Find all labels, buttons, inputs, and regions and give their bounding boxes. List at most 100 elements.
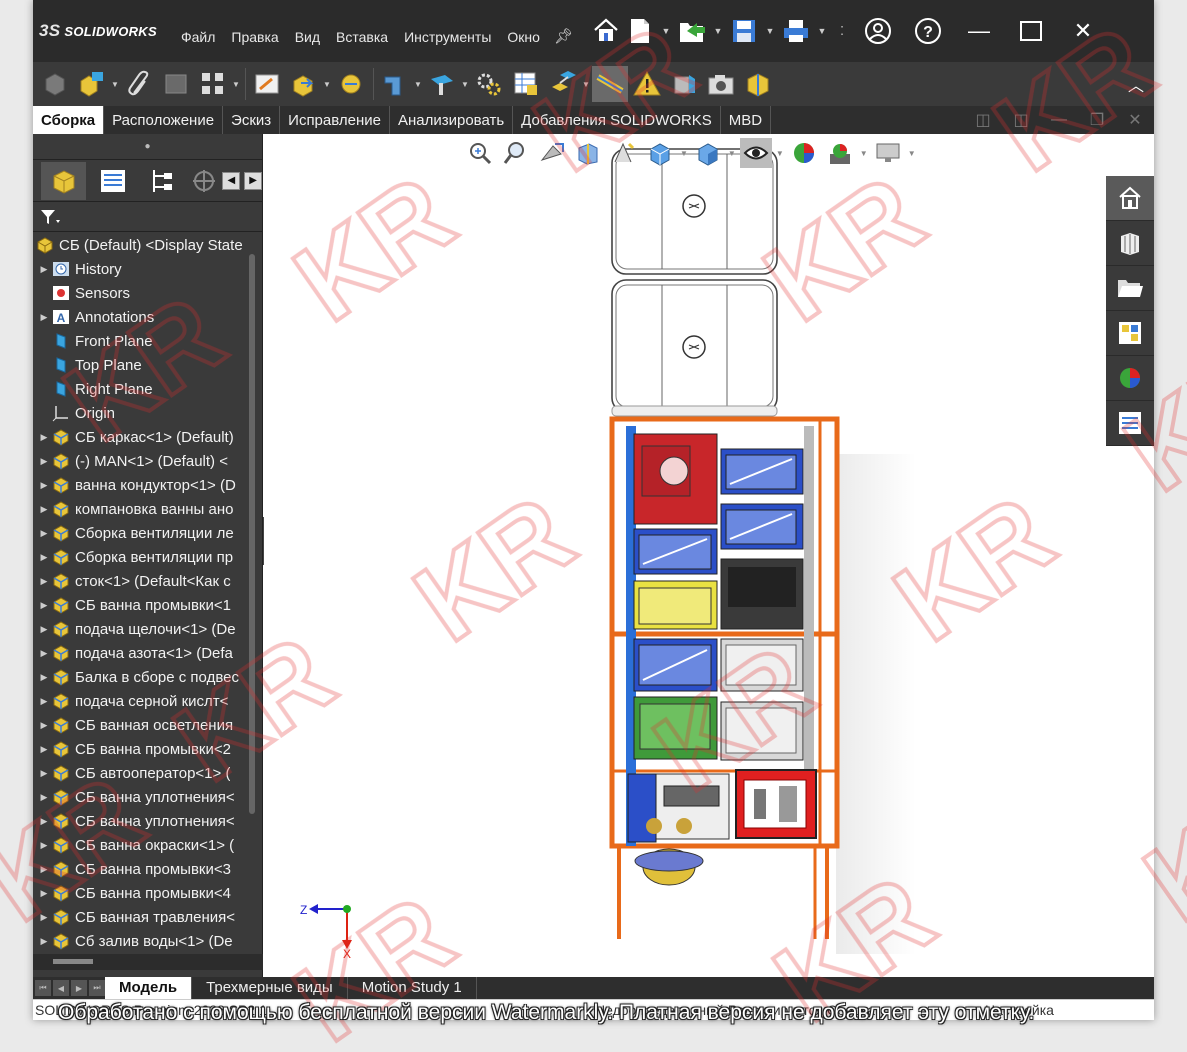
chevron-down-icon[interactable]: ▼	[657, 26, 675, 36]
mate-button[interactable]	[121, 66, 157, 102]
tree-item[interactable]: ▶ подача азота<1> (Defa	[33, 641, 251, 665]
doc-minimize-icon[interactable]: —	[1040, 111, 1078, 129]
solidworks-logo[interactable]: 3S SOLIDWORKS	[33, 0, 173, 62]
property-manager-tab[interactable]	[90, 162, 135, 200]
chevron-down-icon[interactable]: ▼	[232, 80, 242, 89]
chevron-down-icon[interactable]: ▼	[860, 149, 868, 158]
reference-geometry-button[interactable]	[424, 66, 460, 102]
expand-arrow-icon[interactable]: ▶	[37, 576, 51, 587]
expand-arrow-icon[interactable]: ▶	[37, 744, 51, 755]
tree-item[interactable]: ▶ Сб залив воды<1> (De	[33, 929, 251, 953]
expand-arrow-icon[interactable]: ▶	[37, 528, 51, 539]
save-button[interactable]: ▼	[727, 0, 779, 62]
chevron-down-icon[interactable]: ▼	[709, 26, 727, 36]
next-tab-icon[interactable]: ▶	[71, 980, 87, 996]
expand-arrow-icon[interactable]: ▶	[37, 696, 51, 707]
tree-item[interactable]: ▶ СБ ванна промывки<1	[33, 593, 251, 617]
tree-item[interactable]: ▶ ванна кондуктор<1> (D	[33, 473, 251, 497]
menu-view[interactable]: Вид	[287, 0, 328, 62]
tile-left-icon[interactable]: ◫	[964, 110, 1002, 130]
edit-component-button[interactable]	[37, 66, 73, 102]
chevron-down-icon[interactable]: ▼	[461, 80, 471, 89]
tree-item[interactable]: ▶ Сборка вентиляции пр	[33, 545, 251, 569]
hide-show-items-button[interactable]	[739, 138, 772, 168]
show-hidden-button[interactable]	[333, 66, 369, 102]
tree-item[interactable]: СБ (Default) <Display State	[33, 233, 251, 257]
move-component-button[interactable]	[286, 66, 322, 102]
dynamic-annotation-button[interactable]	[608, 138, 640, 168]
take-snapshot-button[interactable]	[703, 66, 739, 102]
expand-arrow-icon[interactable]: ▶	[37, 312, 51, 323]
tree-item[interactable]: ▶ СБ автооператор<1> (	[33, 761, 251, 785]
tab-scroll-left-icon[interactable]: ◀	[222, 171, 241, 190]
clearance-verification-button[interactable]	[666, 66, 702, 102]
graphics-area[interactable]: Z X ▼ ▼ ▼ ▼ ▼	[264, 134, 1154, 977]
tree-scrollbar[interactable]	[249, 254, 255, 814]
tree-horizontal-scrollbar[interactable]	[33, 954, 263, 970]
more-icon[interactable]: ⁚	[831, 24, 853, 38]
expand-arrow-icon[interactable]: ▶	[37, 888, 51, 899]
menu-insert[interactable]: Вставка	[328, 0, 396, 62]
chevron-down-icon[interactable]: ▼	[813, 26, 831, 36]
tab-sketch[interactable]: Эскиз	[223, 106, 281, 134]
tile-right-icon[interactable]: ◫	[1002, 110, 1040, 130]
tab-assembly[interactable]: Сборка	[33, 106, 105, 134]
tree-item[interactable]: ▶ СБ каркас<1> (Default)	[33, 425, 251, 449]
tab-model[interactable]: Модель	[105, 977, 193, 999]
expand-arrow-icon[interactable]: ▶	[37, 840, 51, 851]
chevron-down-icon[interactable]: ▼	[323, 80, 333, 89]
view-orientation-button[interactable]	[644, 138, 676, 168]
tree-item[interactable]: ▶ СБ ванная травления<	[33, 905, 251, 929]
close-button[interactable]: ✕	[1057, 0, 1109, 62]
tree-item[interactable]: ▶ СБ ванна промывки<3	[33, 857, 251, 881]
tree-item[interactable]: ▶ A Annotations	[33, 305, 251, 329]
expand-arrow-icon[interactable]: ▶	[37, 672, 51, 683]
chevron-down-icon[interactable]: ▼	[414, 80, 424, 89]
tab-solidworks-addins[interactable]: Добавления SOLIDWORKS	[513, 106, 721, 134]
tree-item[interactable]: ▶ подача щелочи<1> (De	[33, 617, 251, 641]
section-view-button[interactable]	[572, 138, 604, 168]
previous-view-button[interactable]	[536, 138, 568, 168]
new-document-button[interactable]: ▼	[623, 0, 675, 62]
tree-item[interactable]: ▶ History	[33, 257, 251, 281]
zoom-to-area-button[interactable]	[500, 138, 532, 168]
open-button[interactable]: ▼	[675, 0, 727, 62]
tree-item[interactable]: Origin	[33, 401, 251, 425]
design-library-tab[interactable]	[1106, 221, 1154, 266]
feature-manager-tab[interactable]	[41, 161, 87, 200]
view-palette-tab[interactable]	[1106, 311, 1154, 356]
chevron-down-icon[interactable]: ▼	[111, 80, 121, 89]
user-account-button[interactable]	[853, 0, 903, 62]
tab-3d-views[interactable]: Трехмерные виды	[192, 977, 348, 999]
tree-item[interactable]: ▶ СБ ванна окраски<1> (	[33, 833, 251, 857]
doc-close-icon[interactable]: ✕	[1116, 110, 1154, 130]
tree-item[interactable]: ▶ СБ ванная осветления	[33, 713, 251, 737]
expand-arrow-icon[interactable]: ▶	[37, 936, 51, 947]
linear-pattern-button[interactable]	[195, 66, 231, 102]
print-button[interactable]: ▼	[779, 0, 831, 62]
insert-components-button[interactable]	[74, 66, 110, 102]
component-preview-button[interactable]	[158, 66, 194, 102]
tab-evaluate[interactable]: Анализировать	[390, 106, 514, 134]
expand-arrow-icon[interactable]: ▶	[37, 624, 51, 635]
tree-filter[interactable]	[33, 202, 262, 232]
menu-tools[interactable]: Инструменты	[396, 0, 499, 62]
chevron-down-icon[interactable]: ▼	[908, 149, 916, 158]
assembly-features-button[interactable]	[377, 66, 413, 102]
tree-item[interactable]: ▶ (-) MAN<1> (Default) <	[33, 449, 251, 473]
help-button[interactable]: ?	[903, 0, 953, 62]
file-explorer-tab[interactable]	[1106, 266, 1154, 311]
zoom-to-fit-button[interactable]	[464, 138, 496, 168]
tree-item[interactable]: ▶ Балка в сборе с подвес	[33, 665, 251, 689]
minimize-button[interactable]: —	[953, 0, 1005, 62]
expand-arrow-icon[interactable]: ▶	[37, 432, 51, 443]
tree-item[interactable]: Top Plane	[33, 353, 251, 377]
display-style-button[interactable]	[692, 138, 724, 168]
last-tab-icon[interactable]: ⏭	[89, 980, 105, 996]
interference-detection-button[interactable]	[629, 66, 665, 102]
expand-arrow-icon[interactable]: ▶	[37, 792, 51, 803]
doc-restore-icon[interactable]: ❐	[1078, 110, 1116, 130]
tab-layout[interactable]: Расположение	[104, 106, 224, 134]
tree-item[interactable]: ▶ СБ ванна уплотнения<	[33, 809, 251, 833]
chevron-down-icon[interactable]: ▼	[582, 80, 592, 89]
